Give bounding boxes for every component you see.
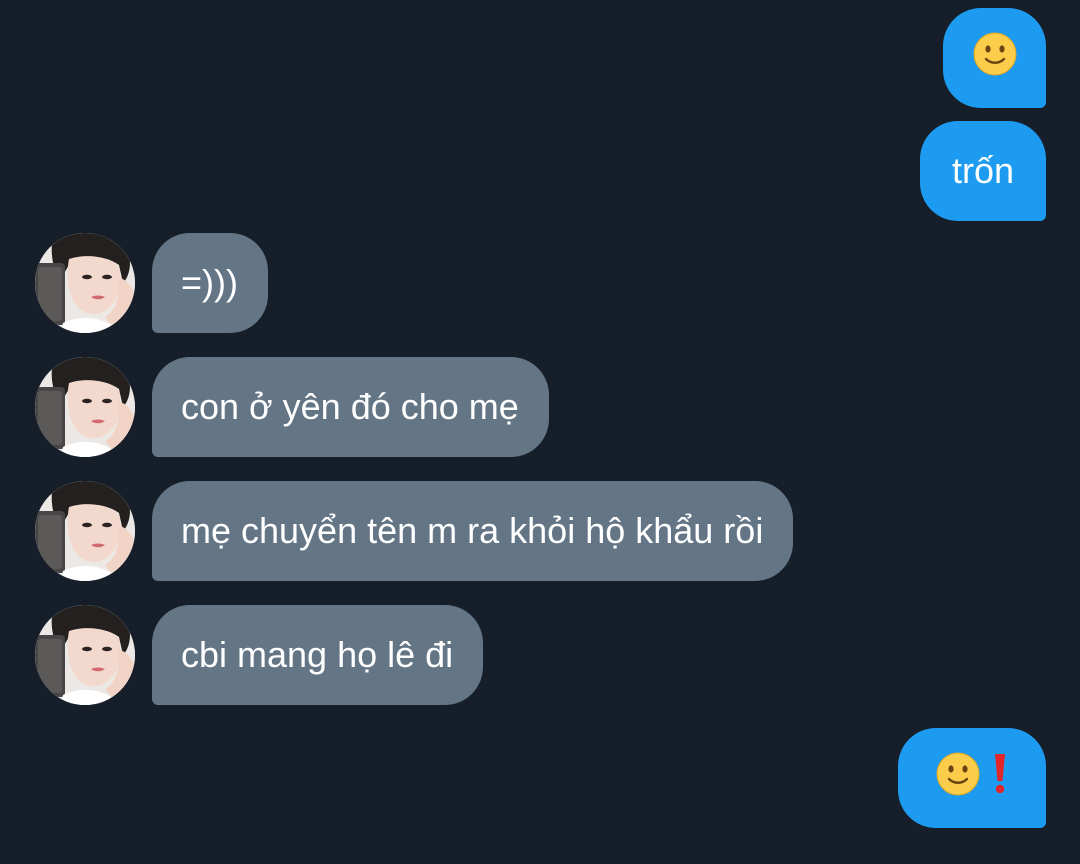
message-text: =))) (181, 262, 238, 303)
incoming-message-bubble[interactable]: =))) (152, 233, 268, 333)
outgoing-message-bubble[interactable] (943, 8, 1046, 108)
avatar[interactable] (35, 605, 135, 705)
message-text: mẹ chuyển tên m ra khỏi hộ khẩu rồi (181, 510, 764, 551)
incoming-message-bubble[interactable]: cbi mang họ lê đi (152, 605, 484, 705)
message-text: cbi mang họ lê đi (181, 634, 454, 675)
avatar[interactable] (35, 357, 135, 457)
avatar[interactable] (35, 481, 135, 581)
slightly-smiling-face-icon (936, 752, 980, 805)
message-text: con ở yên đó cho mẹ (181, 386, 519, 427)
chat-thread: trốn =))) con ở yên đó cho mẹ mẹ chuyển … (0, 0, 1080, 864)
red-exclamation-mark-icon (992, 752, 1008, 805)
outgoing-message-bubble[interactable]: trốn (920, 121, 1046, 221)
incoming-message-bubble[interactable]: mẹ chuyển tên m ra khỏi hộ khẩu rồi (152, 481, 794, 581)
message-text: trốn (951, 150, 1015, 191)
outgoing-message-bubble[interactable] (898, 728, 1046, 828)
avatar[interactable] (35, 233, 135, 333)
incoming-message-bubble[interactable]: con ở yên đó cho mẹ (152, 357, 549, 457)
slightly-smiling-face-icon (973, 32, 1017, 85)
